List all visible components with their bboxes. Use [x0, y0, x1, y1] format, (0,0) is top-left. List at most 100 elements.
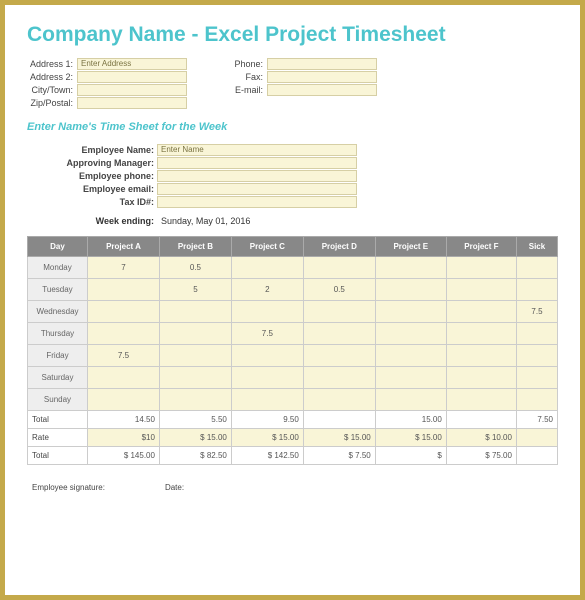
- hours-cell[interactable]: [446, 279, 516, 301]
- hours-cell[interactable]: [375, 257, 446, 279]
- manager-input[interactable]: [157, 157, 357, 169]
- hours-cell[interactable]: [303, 389, 375, 411]
- hours-cell[interactable]: [446, 257, 516, 279]
- address2-input[interactable]: [77, 71, 187, 83]
- hours-cell[interactable]: [446, 389, 516, 411]
- emp-name-input[interactable]: Enter Name: [157, 144, 357, 156]
- value-cell[interactable]: [516, 429, 557, 447]
- hours-cell[interactable]: 5: [159, 279, 231, 301]
- hours-cell[interactable]: [303, 301, 375, 323]
- hours-cell[interactable]: [303, 257, 375, 279]
- hours-cell[interactable]: [231, 257, 303, 279]
- hours-cell[interactable]: [446, 367, 516, 389]
- hours-cell[interactable]: [516, 279, 557, 301]
- emp-phone-input[interactable]: [157, 170, 357, 182]
- hours-cell[interactable]: [375, 301, 446, 323]
- value-cell: $ 75.00: [446, 447, 516, 465]
- hours-cell[interactable]: [375, 367, 446, 389]
- value-cell[interactable]: $10: [88, 429, 160, 447]
- value-cell[interactable]: $ 15.00: [231, 429, 303, 447]
- hours-cell[interactable]: [516, 367, 557, 389]
- hours-cell[interactable]: 7: [88, 257, 160, 279]
- hours-cell[interactable]: [231, 345, 303, 367]
- value-cell: 9.50: [231, 411, 303, 429]
- hours-cell[interactable]: 0.5: [159, 257, 231, 279]
- hours-cell[interactable]: [159, 301, 231, 323]
- table-row: Tuesday520.5: [28, 279, 558, 301]
- hours-cell[interactable]: [375, 323, 446, 345]
- hours-cell[interactable]: [88, 323, 160, 345]
- phone-input[interactable]: [267, 58, 377, 70]
- day-name-cell: Friday: [28, 345, 88, 367]
- hours-cell[interactable]: [159, 345, 231, 367]
- hours-cell[interactable]: [231, 389, 303, 411]
- value-cell: 14.50: [88, 411, 160, 429]
- col-header: Sick: [516, 237, 557, 257]
- zip-input[interactable]: [77, 97, 187, 109]
- taxid-label: Tax ID#:: [57, 197, 157, 207]
- zip-label: Zip/Postal:: [27, 98, 77, 108]
- email-label: E-mail:: [227, 85, 267, 95]
- hours-cell[interactable]: 0.5: [303, 279, 375, 301]
- col-header: Project C: [231, 237, 303, 257]
- value-cell[interactable]: $ 15.00: [159, 429, 231, 447]
- hours-cell[interactable]: [516, 257, 557, 279]
- hours-cell[interactable]: [446, 323, 516, 345]
- address1-input[interactable]: Enter Address: [77, 58, 187, 70]
- col-header: Project A: [88, 237, 160, 257]
- hours-cell[interactable]: 7.5: [88, 345, 160, 367]
- timesheet-document: Company Name - Excel Project Timesheet A…: [0, 0, 585, 600]
- value-cell[interactable]: $ 10.00: [446, 429, 516, 447]
- table-row: Thursday7.5: [28, 323, 558, 345]
- hours-cell[interactable]: [88, 389, 160, 411]
- date-label: Date:: [165, 483, 184, 492]
- hours-cell[interactable]: [303, 367, 375, 389]
- hours-cell[interactable]: [159, 367, 231, 389]
- hours-cell[interactable]: [375, 345, 446, 367]
- row-label: Total: [28, 411, 88, 429]
- emp-email-input[interactable]: [157, 183, 357, 195]
- hours-cell[interactable]: [231, 367, 303, 389]
- table-row: Monday70.5: [28, 257, 558, 279]
- taxid-input[interactable]: [157, 196, 357, 208]
- hours-cell[interactable]: [303, 345, 375, 367]
- hours-cell[interactable]: [88, 279, 160, 301]
- table-row: Sunday: [28, 389, 558, 411]
- col-header: Project D: [303, 237, 375, 257]
- fax-input[interactable]: [267, 71, 377, 83]
- hours-cell[interactable]: [88, 367, 160, 389]
- value-cell: 5.50: [159, 411, 231, 429]
- hours-cell[interactable]: [303, 323, 375, 345]
- hours-cell[interactable]: [375, 389, 446, 411]
- row-label: Rate: [28, 429, 88, 447]
- value-cell[interactable]: $ 15.00: [375, 429, 446, 447]
- city-input[interactable]: [77, 84, 187, 96]
- fax-label: Fax:: [227, 72, 267, 82]
- city-label: City/Town:: [27, 85, 77, 95]
- hours-cell[interactable]: 7.5: [516, 301, 557, 323]
- phone-label: Phone:: [227, 59, 267, 69]
- hours-cell[interactable]: [88, 301, 160, 323]
- hours-cell[interactable]: 7.5: [231, 323, 303, 345]
- hours-cell[interactable]: [446, 345, 516, 367]
- value-cell[interactable]: $ 15.00: [303, 429, 375, 447]
- value-cell: 7.50: [516, 411, 557, 429]
- hours-cell[interactable]: [516, 345, 557, 367]
- rate-row: Rate$10$ 15.00$ 15.00$ 15.00$ 15.00$ 10.…: [28, 429, 558, 447]
- hours-cell[interactable]: [159, 389, 231, 411]
- hours-cell[interactable]: 2: [231, 279, 303, 301]
- hours-cell[interactable]: [516, 323, 557, 345]
- emp-email-label: Employee email:: [57, 184, 157, 194]
- value-cell: $ 82.50: [159, 447, 231, 465]
- value-cell: $ 7.50: [303, 447, 375, 465]
- timesheet-table: DayProject AProject BProject CProject DP…: [27, 236, 558, 465]
- hours-cell[interactable]: [446, 301, 516, 323]
- value-cell: 15.00: [375, 411, 446, 429]
- hours-cell[interactable]: [159, 323, 231, 345]
- hours-cell[interactable]: [231, 301, 303, 323]
- email-input[interactable]: [267, 84, 377, 96]
- manager-label: Approving Manager:: [57, 158, 157, 168]
- hours-cell[interactable]: [375, 279, 446, 301]
- hours-cell[interactable]: [516, 389, 557, 411]
- day-name-cell: Monday: [28, 257, 88, 279]
